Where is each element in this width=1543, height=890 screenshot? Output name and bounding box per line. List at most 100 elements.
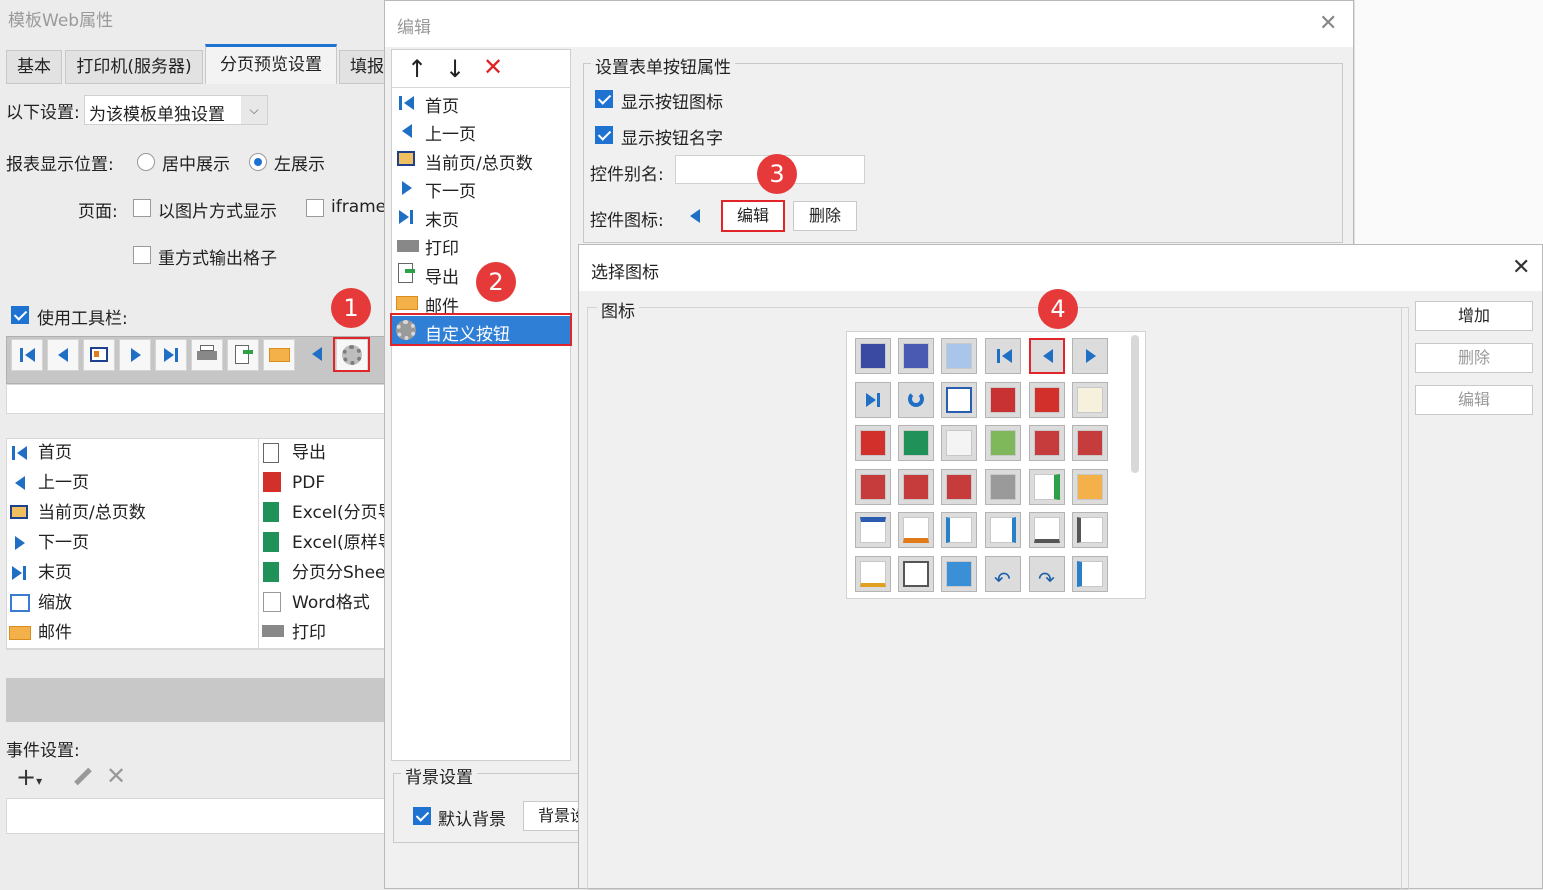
delete-icon[interactable]: ✕ bbox=[483, 53, 503, 81]
last-page-icon[interactable] bbox=[855, 382, 891, 418]
list-item[interactable]: Excel(原样导 bbox=[292, 528, 395, 558]
submit-icon[interactable] bbox=[941, 556, 977, 592]
edit-pencil-icon[interactable] bbox=[70, 766, 92, 786]
list-item[interactable]: Excel(分页导 bbox=[292, 498, 395, 528]
pdf-export-icon[interactable] bbox=[855, 425, 891, 461]
print-icon[interactable] bbox=[191, 339, 223, 371]
tree-item-last[interactable]: 末页 bbox=[393, 203, 569, 231]
list-icon[interactable] bbox=[1072, 556, 1108, 592]
zoom-icon bbox=[10, 594, 30, 612]
radio-center[interactable] bbox=[137, 153, 155, 171]
move-down-icon[interactable]: ↓ bbox=[445, 55, 465, 83]
gif-icon[interactable] bbox=[898, 469, 934, 505]
show-name-checkbox[interactable] bbox=[595, 126, 613, 144]
next-page-icon[interactable] bbox=[119, 339, 151, 371]
bmp-icon[interactable] bbox=[1072, 425, 1108, 461]
list-item[interactable]: 当前页/总页数 bbox=[38, 498, 146, 528]
flash-icon[interactable] bbox=[985, 382, 1021, 418]
pdf-icon[interactable] bbox=[1029, 382, 1065, 418]
default-bg-checkbox[interactable] bbox=[413, 807, 431, 825]
list-item[interactable]: 上一页 bbox=[38, 468, 89, 498]
list-item[interactable]: Word格式 bbox=[292, 588, 370, 618]
mail-icon[interactable] bbox=[1072, 469, 1108, 505]
icon-dialog: 选择图标 ✕ 图标 增加 删除 编辑 ↶ ↷ bbox=[578, 244, 1543, 890]
list-item[interactable]: PDF bbox=[292, 468, 325, 498]
output-grid-checkbox[interactable] bbox=[133, 246, 151, 264]
prev-small-icon[interactable] bbox=[307, 339, 329, 371]
prev-page-icon[interactable] bbox=[1029, 338, 1065, 374]
add-record-icon[interactable] bbox=[898, 556, 934, 592]
insert-row-icon[interactable] bbox=[941, 512, 977, 548]
list-item[interactable]: 邮件 bbox=[38, 618, 72, 648]
form-icon[interactable] bbox=[855, 512, 891, 548]
list-item[interactable]: 分页分Shee bbox=[292, 558, 385, 588]
tree-item-page-count[interactable]: 当前页/总页数 bbox=[393, 146, 569, 174]
tree-item-print[interactable]: 打印 bbox=[393, 231, 569, 259]
tree-item-next[interactable]: 下一页 bbox=[393, 174, 569, 202]
first-page-icon[interactable] bbox=[985, 338, 1021, 374]
delete-col-icon[interactable] bbox=[1072, 512, 1108, 548]
list-item[interactable]: 下一页 bbox=[38, 528, 89, 558]
page-view-icon[interactable] bbox=[941, 382, 977, 418]
tree-item-prev[interactable]: 上一页 bbox=[393, 117, 569, 145]
add-button[interactable]: 增加 bbox=[1415, 301, 1533, 331]
use-toolbar-checkbox[interactable] bbox=[11, 306, 29, 324]
list-item[interactable]: 末页 bbox=[38, 558, 72, 588]
word-icon[interactable] bbox=[941, 425, 977, 461]
redo-icon[interactable]: ↷ bbox=[1029, 556, 1065, 592]
insert-col-icon[interactable] bbox=[985, 512, 1021, 548]
tab-basic-label: 基本 bbox=[17, 57, 51, 77]
next-page-icon[interactable] bbox=[1072, 338, 1108, 374]
first-page-icon[interactable] bbox=[11, 339, 43, 371]
list-item[interactable]: 缩放 bbox=[38, 588, 72, 618]
radio-left[interactable] bbox=[249, 153, 267, 171]
undo-icon[interactable]: ↶ bbox=[985, 556, 1021, 592]
export-icon[interactable] bbox=[227, 339, 259, 371]
tab-page-preview[interactable]: 分页预览设置 bbox=[205, 44, 337, 84]
refresh-icon[interactable] bbox=[898, 382, 934, 418]
jpg-icon[interactable] bbox=[855, 469, 891, 505]
list-item[interactable]: 首页 bbox=[38, 438, 72, 468]
icon-dialog-titlebar bbox=[579, 245, 1542, 291]
png-icon[interactable] bbox=[941, 469, 977, 505]
page-iframe-label: iframe bbox=[331, 197, 387, 217]
page-count-icon[interactable] bbox=[83, 339, 115, 371]
last-page-icon[interactable] bbox=[155, 339, 187, 371]
close-icon[interactable]: ✕ bbox=[1319, 11, 1337, 36]
save-as-icon[interactable] bbox=[898, 338, 934, 374]
html-icon[interactable] bbox=[1029, 425, 1065, 461]
prev-page-icon[interactable] bbox=[47, 339, 79, 371]
tree-item-first[interactable]: 首页 bbox=[393, 89, 569, 117]
mail-icon[interactable] bbox=[263, 339, 295, 371]
save-copy-icon[interactable] bbox=[941, 338, 977, 374]
print-icon[interactable] bbox=[985, 469, 1021, 505]
page-image-checkbox[interactable] bbox=[133, 199, 151, 217]
save-icon[interactable] bbox=[855, 338, 891, 374]
edit-icon-button[interactable]: 编辑 bbox=[721, 200, 785, 232]
last-page-icon bbox=[12, 566, 22, 580]
move-up-icon[interactable]: ↑ bbox=[407, 55, 427, 83]
step-badge-3: 3 bbox=[757, 154, 797, 194]
edit-dialog-title: 编辑 bbox=[397, 18, 431, 38]
tab-fill[interactable]: 填报 bbox=[339, 50, 389, 84]
close-icon[interactable]: ✕ bbox=[1512, 255, 1530, 280]
tab-printer[interactable]: 打印机(服务器) bbox=[65, 50, 203, 84]
edit-form-icon[interactable] bbox=[898, 512, 934, 548]
delete-event-icon[interactable]: ✕ bbox=[106, 762, 126, 790]
excel-icon[interactable] bbox=[898, 425, 934, 461]
add-event-icon[interactable]: +▾ bbox=[16, 764, 42, 794]
background-window-edge bbox=[1354, 0, 1543, 244]
document-icon[interactable] bbox=[1072, 382, 1108, 418]
image-icon[interactable] bbox=[985, 425, 1021, 461]
list-item[interactable]: 导出 bbox=[292, 438, 326, 468]
export-icon[interactable] bbox=[1029, 469, 1065, 505]
delete-row-icon[interactable] bbox=[1029, 512, 1065, 548]
list-item[interactable]: 打印 bbox=[292, 618, 326, 648]
page-iframe-checkbox[interactable] bbox=[306, 199, 324, 217]
icon-grid-scrollbar[interactable] bbox=[1131, 335, 1139, 473]
settings-select[interactable]: 为该模板单独设置 ⌵ bbox=[84, 95, 268, 125]
pencil-icon[interactable] bbox=[855, 556, 891, 592]
delete-icon-button[interactable]: 删除 bbox=[793, 201, 857, 231]
tab-basic[interactable]: 基本 bbox=[6, 50, 62, 84]
show-icon-checkbox[interactable] bbox=[595, 90, 613, 108]
